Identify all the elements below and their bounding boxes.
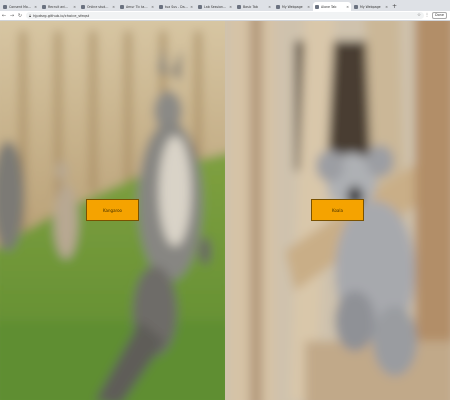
tab-close-icon[interactable]: ×: [307, 5, 310, 9]
back-arrow-icon[interactable]: ←: [0, 13, 8, 19]
tab-title: My Webpage: [360, 4, 381, 9]
browser-tab[interactable]: Consent Model - Prolific×: [1, 2, 39, 11]
profile-button[interactable]: Done: [432, 12, 447, 19]
tab-favicon-icon: [159, 4, 163, 9]
tab-favicon-icon: [237, 4, 241, 9]
tab-close-icon[interactable]: ×: [73, 5, 76, 9]
browser-tab-active[interactable]: Alone Tab ×: [313, 2, 351, 11]
koala-choice-button[interactable]: Koala: [311, 199, 364, 221]
address-bar[interactable]: 🔒︎ hjpdsrg.github.io/choice_sfeqst ☆: [26, 12, 424, 19]
tab-title: Alone Tab: [321, 4, 337, 9]
tab-title: Online study recruiting: [87, 4, 110, 9]
browser-tab[interactable]: My Webpage ×: [274, 2, 312, 11]
tab-favicon-icon: [198, 4, 202, 9]
tab-close-icon[interactable]: ×: [151, 5, 154, 9]
browser-tab[interactable]: Amur Tic tam - Google Sch×: [118, 2, 156, 11]
tab-close-icon[interactable]: ×: [385, 5, 388, 9]
tab-title: Recruit animal recognition: [48, 4, 72, 9]
reload-icon[interactable]: ↻: [16, 13, 24, 19]
tab-title: Amur Tic tam - Google Sch: [126, 4, 149, 9]
tab-title: tua Sus - Data: TBT - Chrome: [165, 4, 189, 9]
browser-tab[interactable]: tua Sus - Data: TBT - Chrome×: [157, 2, 195, 11]
browser-toolbar: ← → ↻ 🔒︎ hjpdsrg.github.io/choice_sfeqst…: [0, 11, 450, 21]
tab-close-icon[interactable]: ×: [229, 5, 232, 9]
tab-close-icon[interactable]: ×: [346, 5, 349, 9]
browser-tab[interactable]: My Webpage ×: [352, 2, 390, 11]
lock-icon[interactable]: 🔒︎: [29, 13, 31, 18]
tab-title: Consent Model - Prolific: [9, 4, 33, 9]
tab-title: My Webpage: [282, 4, 303, 9]
extensions-icon[interactable]: ⋮: [424, 13, 430, 18]
tab-favicon-icon: [81, 4, 85, 9]
tab-favicon-icon: [354, 4, 358, 9]
kangaroo-choice-button[interactable]: Kangaroo: [86, 199, 139, 221]
bookmark-star-icon[interactable]: ☆: [417, 13, 421, 18]
new-tab-button[interactable]: +: [392, 2, 397, 11]
tab-favicon-icon: [3, 4, 7, 9]
tab-close-icon[interactable]: ×: [190, 5, 193, 9]
browser-tab[interactable]: Recruit animal recognition×: [40, 2, 78, 11]
browser-tab[interactable]: Online study recruiting×: [79, 2, 117, 11]
tab-favicon-icon: [315, 4, 319, 9]
page-content: Kangaroo Koala: [0, 21, 450, 400]
browser-tab[interactable]: Basic Tab ×: [235, 2, 273, 11]
tab-favicon-icon: [120, 4, 124, 9]
tab-close-icon[interactable]: ×: [268, 5, 271, 9]
tab-title: Basic Tab: [243, 4, 258, 9]
tab-close-icon[interactable]: ×: [112, 5, 115, 9]
tab-title: Lab Session (19 minutes): [204, 4, 227, 9]
browser-tab[interactable]: Lab Session (19 minutes)×: [196, 2, 234, 11]
browser-tab-strip: Consent Model - Prolific× Recruit animal…: [0, 0, 450, 11]
tab-close-icon[interactable]: ×: [34, 5, 37, 9]
url-text[interactable]: hjpdsrg.github.io/choice_sfeqst: [33, 14, 417, 18]
tab-favicon-icon: [276, 4, 280, 9]
forward-arrow-icon[interactable]: →: [8, 13, 16, 19]
tab-favicon-icon: [42, 4, 46, 9]
